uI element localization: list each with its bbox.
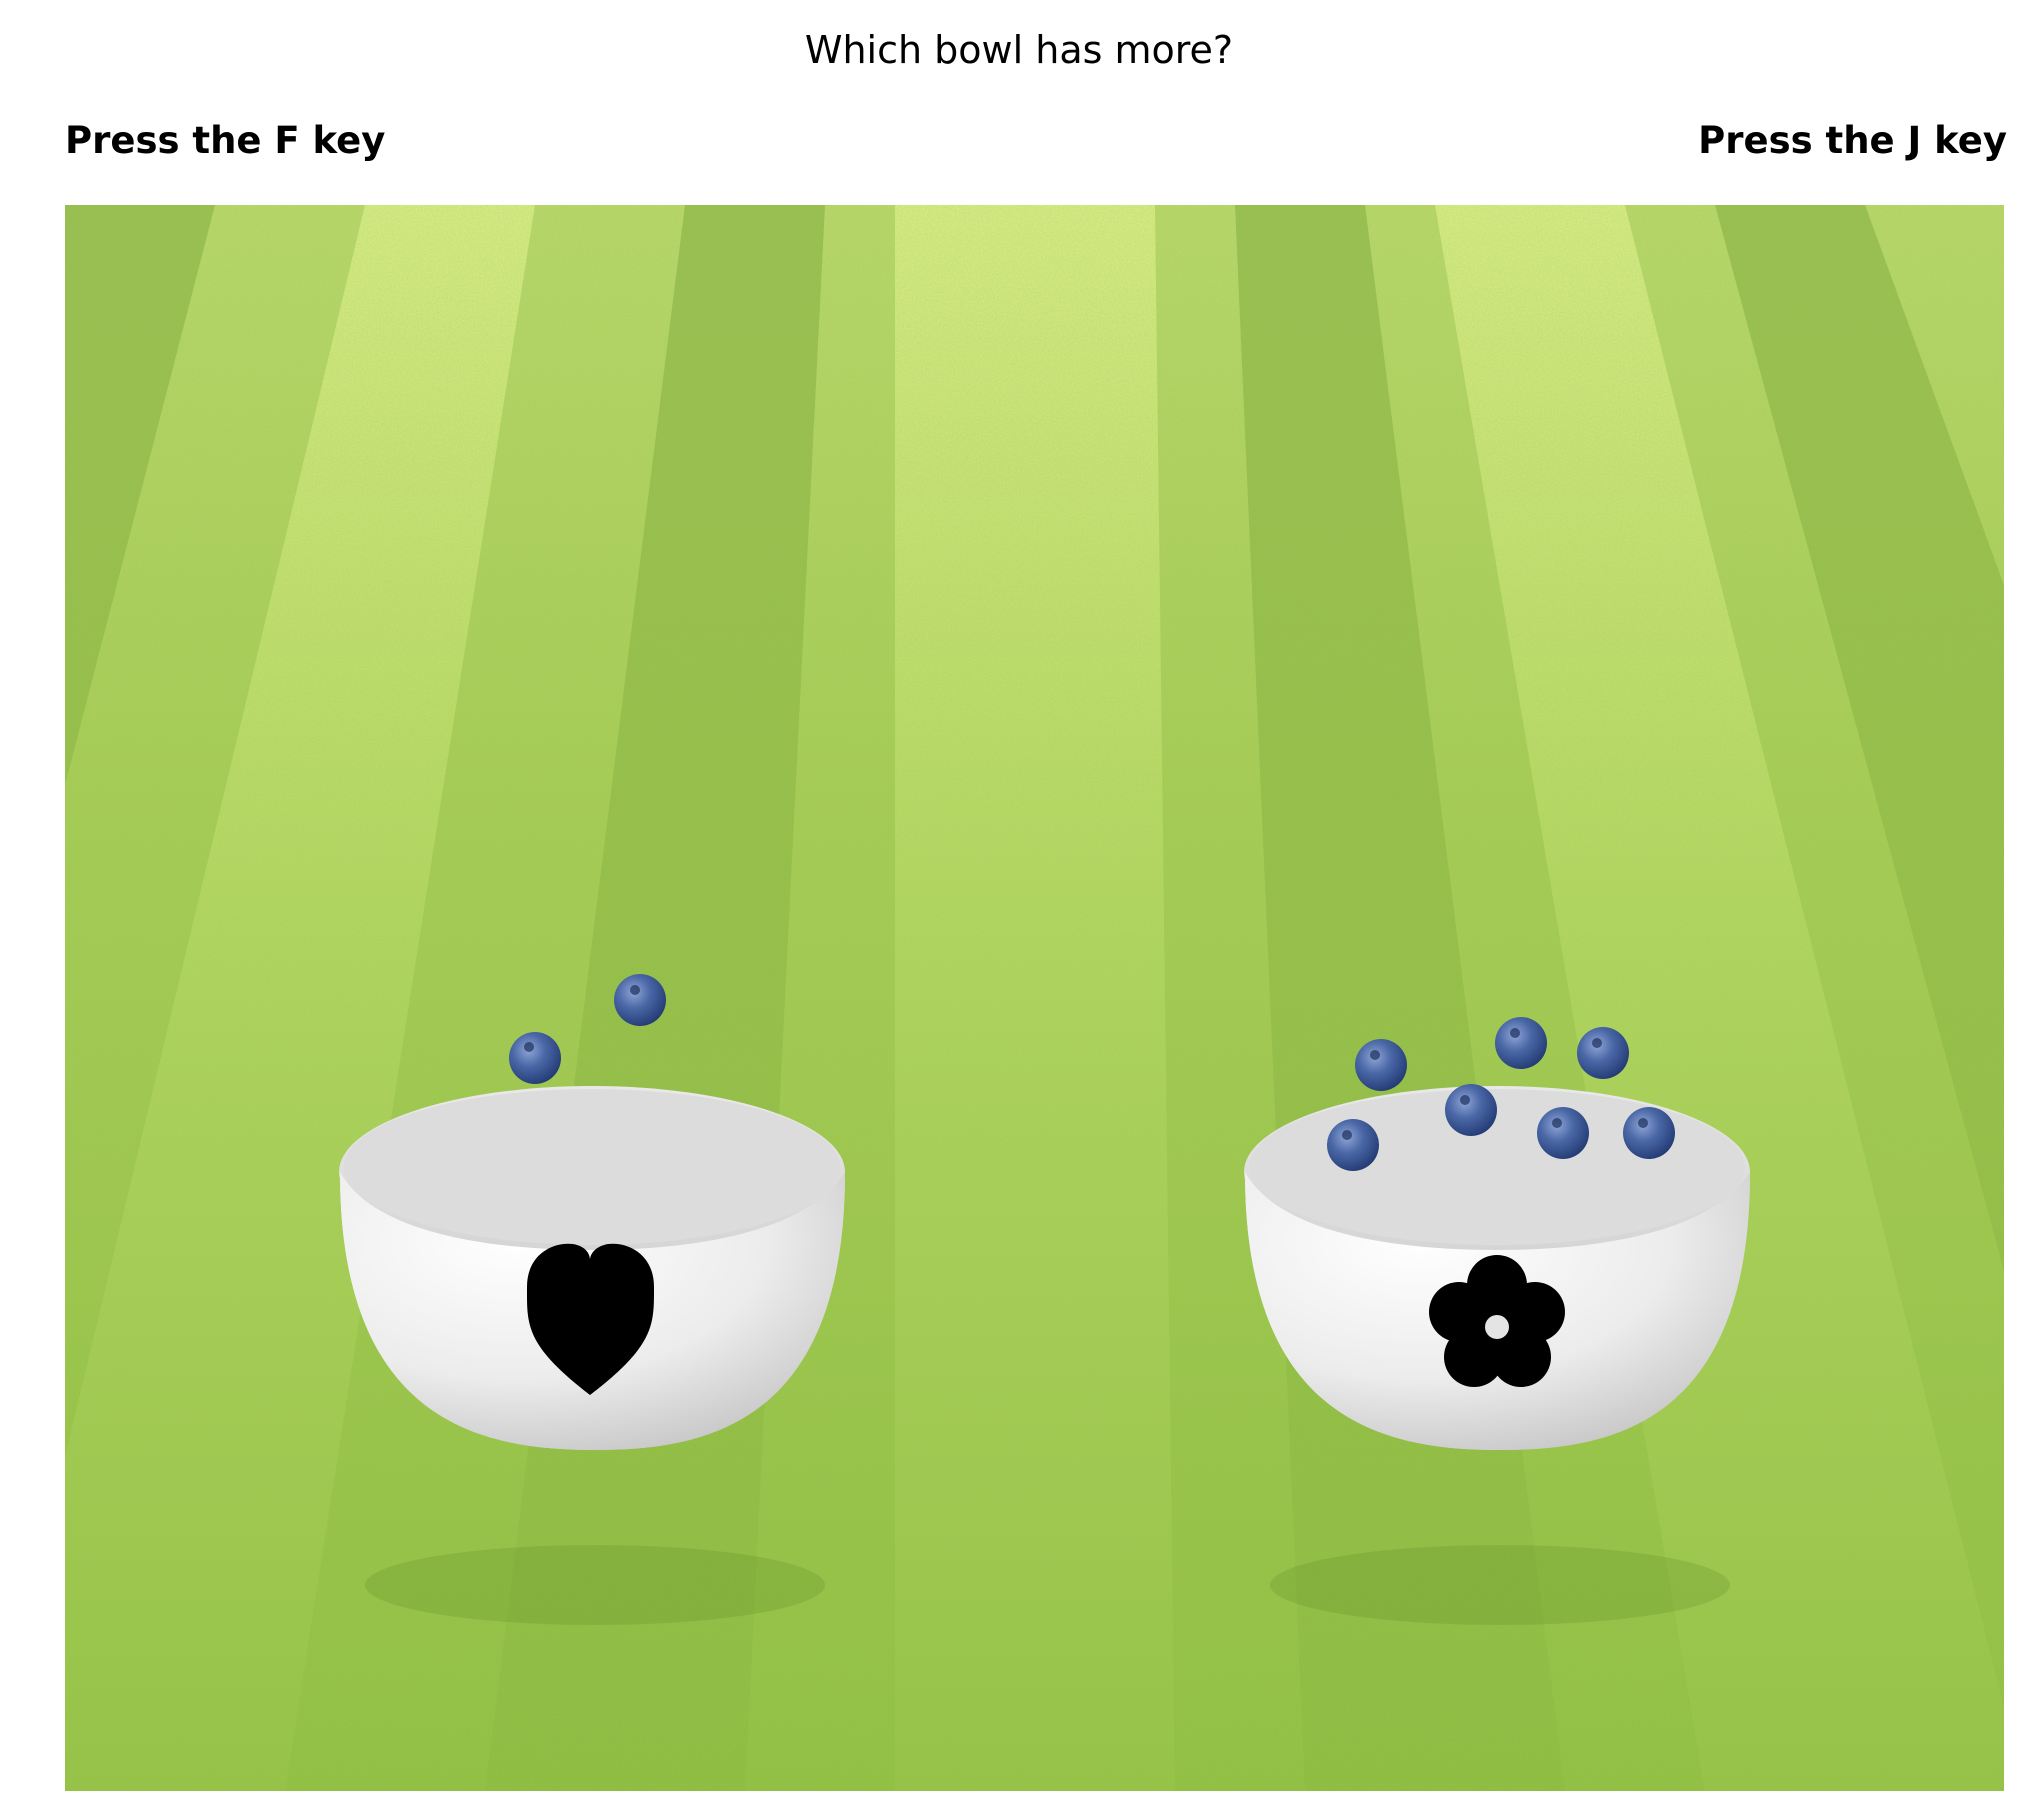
blueberry (509, 1032, 561, 1084)
grass-scene (65, 205, 2004, 1791)
left-key-instruction: Press the F key (65, 119, 386, 162)
scene-canvas (65, 205, 2004, 1791)
blueberry (614, 974, 666, 1026)
blueberry (1355, 1039, 1407, 1091)
blueberry (1623, 1107, 1675, 1159)
blueberry (1537, 1107, 1589, 1159)
question-prompt: Which bowl has more? (804, 28, 1234, 72)
blueberry (1577, 1027, 1629, 1079)
blueberry (1327, 1119, 1379, 1171)
blueberry (1495, 1017, 1547, 1069)
blueberry (1445, 1084, 1497, 1136)
grass-texture (65, 205, 2004, 1791)
right-key-instruction: Press the J key (1698, 119, 2007, 162)
